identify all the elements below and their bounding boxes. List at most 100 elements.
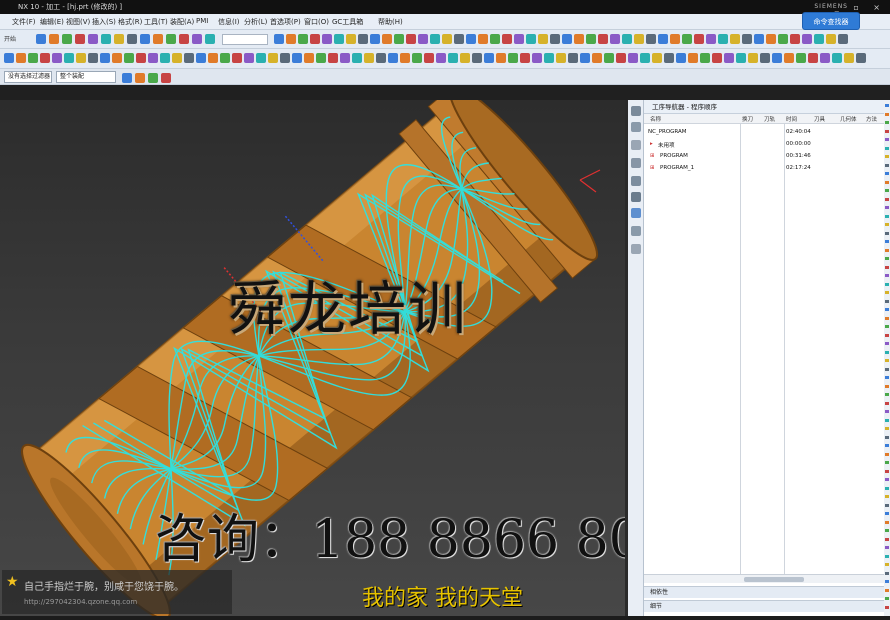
menu-gc-toolbox[interactable]: GC工具箱 [332,17,363,27]
reuse-library-icon[interactable] [631,208,641,218]
toolbar-icon[interactable] [520,53,530,63]
toolbar-icon[interactable] [844,53,854,63]
toolbar-icon[interactable] [670,34,680,44]
toolbar-icon[interactable] [370,34,380,44]
toolbar-icon[interactable] [598,34,608,44]
toolbar-icon[interactable] [460,53,470,63]
history-icon[interactable] [631,192,641,202]
toolbar-icon[interactable] [712,53,722,63]
toolbar-icon[interactable] [658,34,668,44]
toolbar-icon[interactable] [718,34,728,44]
toolbar-icon[interactable] [784,53,794,63]
toolbar-icon[interactable] [161,73,171,83]
toolbar-icon[interactable] [766,34,776,44]
filter-combo[interactable]: 没有选择过滤器 [4,71,52,83]
toolbar-icon[interactable] [586,34,596,44]
horizontal-scrollbar[interactable] [644,574,884,583]
toolbar-icon[interactable] [838,34,848,44]
expand-icon[interactable]: ⊞ [650,165,655,171]
toolbar-icon[interactable] [508,53,518,63]
menu-pmi[interactable]: PMI [196,17,208,25]
toolbar-icon[interactable] [4,53,14,63]
toolbar-icon[interactable] [412,53,422,63]
toolbar-icon[interactable] [502,34,512,44]
toolbar-icon[interactable] [808,53,818,63]
toolbar-icon[interactable] [490,34,500,44]
toolbar-icon[interactable] [772,53,782,63]
toolbar-icon[interactable] [568,53,578,63]
column-geometry[interactable]: 几何体 [840,115,857,123]
toolbar-icon[interactable] [135,73,145,83]
toolbar-icon[interactable] [153,34,163,44]
toolbar-icon[interactable] [700,53,710,63]
scrollbar-thumb[interactable] [744,577,804,582]
toolbar-icon[interactable] [179,34,189,44]
toolbar-icon[interactable] [16,53,26,63]
toolbar-icon[interactable] [28,53,38,63]
toolbar-icon[interactable] [682,34,692,44]
toolbar-icon[interactable] [140,34,150,44]
menu-edit[interactable]: 编辑(E) [40,17,64,27]
toolbar-icon[interactable] [62,34,72,44]
toolbar-icon[interactable] [52,53,62,63]
column-name[interactable]: 名称 [650,115,661,123]
toolbar-icon[interactable] [610,34,620,44]
toolbar-icon[interactable] [316,53,326,63]
toolbar-icon[interactable] [127,34,137,44]
menu-format[interactable]: 格式(R) [118,17,142,27]
toolbar-icon[interactable] [652,53,662,63]
tool-view-icon[interactable] [631,176,641,186]
toolbar-icon[interactable] [148,73,158,83]
toolbar-icon[interactable] [706,34,716,44]
toolbar-icon[interactable] [352,53,362,63]
toolbar-icon[interactable] [544,53,554,63]
toolbar-icon[interactable] [75,34,85,44]
toolbar-icon[interactable] [646,34,656,44]
table-row[interactable]: NC_PROGRAM 02:40:04 [644,128,884,138]
toolbar-icon[interactable] [466,34,476,44]
toolbar-icon[interactable] [640,53,650,63]
toolbar-icon[interactable] [478,34,488,44]
toolbar-icon[interactable] [64,53,74,63]
toolbar-icon[interactable] [358,34,368,44]
toolbar-icon[interactable] [442,34,452,44]
toolbar-icon[interactable] [616,53,626,63]
menu-preferences[interactable]: 首选项(P) [270,17,301,27]
toolbar-icon[interactable] [394,34,404,44]
toolbar-icon[interactable] [122,73,132,83]
toolbar-icon[interactable] [814,34,824,44]
toolbar-icon[interactable] [730,34,740,44]
toolbar-icon[interactable] [634,34,644,44]
menu-help[interactable]: 帮助(H) [378,17,403,27]
toolbar-icon[interactable] [376,53,386,63]
toolbar-icon[interactable] [101,34,111,44]
toolbar-icon[interactable] [418,34,428,44]
column-method[interactable]: 方法 [866,115,877,123]
table-row[interactable]: ⊞ PROGRAM 00:31:46 [644,152,884,162]
toolbar-icon[interactable] [192,34,202,44]
toolbar-icon[interactable] [556,53,566,63]
menu-window[interactable]: 窗口(O) [304,17,329,27]
toolbar-icon[interactable] [628,53,638,63]
toolbar-icon[interactable] [526,34,536,44]
toolbar-icon[interactable] [820,53,830,63]
details-section[interactable]: 细节 [644,600,884,612]
toolbar-icon[interactable] [790,34,800,44]
toolbar-icon[interactable] [268,53,278,63]
toolbar-icon[interactable] [724,53,734,63]
toolbar-icon[interactable] [148,53,158,63]
toolbar-icon[interactable] [340,53,350,63]
toolbar-icon[interactable] [736,53,746,63]
toolbar-icon[interactable] [796,53,806,63]
toolbar-icon[interactable] [562,34,572,44]
web-browser-icon[interactable] [631,226,641,236]
toolbar-icon[interactable] [604,53,614,63]
toolbar-icon[interactable] [574,34,584,44]
toolbar-icon[interactable] [334,34,344,44]
menu-assembly[interactable]: 装配(A) [170,17,194,27]
scope-combo[interactable]: 整个装配 [56,71,116,83]
toolbar-icon[interactable] [496,53,506,63]
toolbar-icon[interactable] [124,53,134,63]
toolbar-icon[interactable] [778,34,788,44]
toolbar-icon[interactable] [748,53,758,63]
